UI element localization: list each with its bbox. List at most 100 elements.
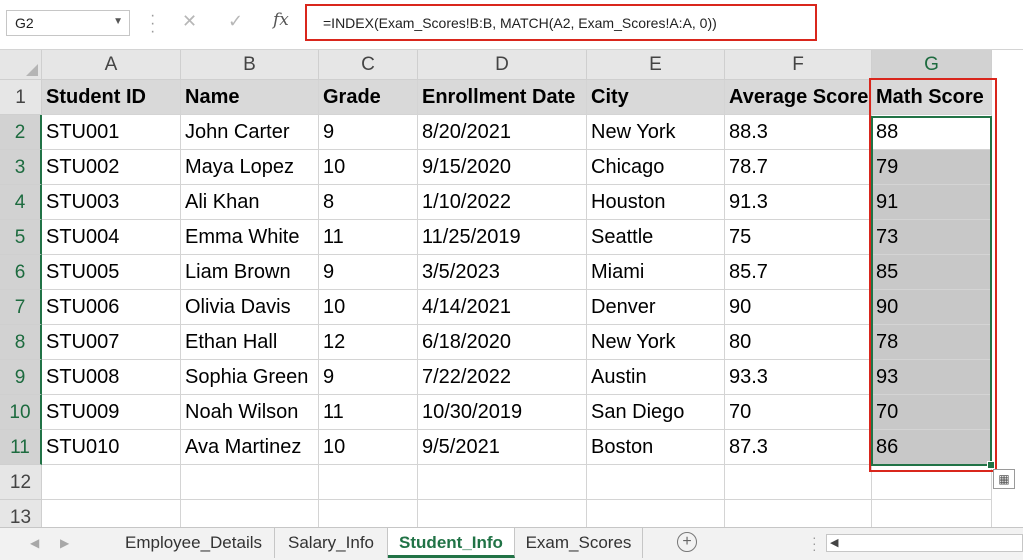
cell-d12[interactable] (418, 465, 587, 500)
cell-e2[interactable]: New York (587, 115, 725, 150)
cell-g7[interactable]: 90 (872, 290, 992, 325)
cell-b4[interactable]: Ali Khan (181, 185, 319, 220)
cell-d11[interactable]: 9/5/2021 (418, 430, 587, 465)
cell-b11[interactable]: Ava Martinez (181, 430, 319, 465)
cell-b3[interactable]: Maya Lopez (181, 150, 319, 185)
cell-c8[interactable]: 12 (319, 325, 418, 360)
column-header-b[interactable]: B (181, 50, 319, 80)
cell-b6[interactable]: Liam Brown (181, 255, 319, 290)
cell-d8[interactable]: 6/18/2020 (418, 325, 587, 360)
cell-f7[interactable]: 90 (725, 290, 872, 325)
cell-c9[interactable]: 9 (319, 360, 418, 395)
column-header-f[interactable]: F (725, 50, 872, 80)
cell-e4[interactable]: Houston (587, 185, 725, 220)
row-header-10[interactable]: 10 (0, 395, 42, 430)
scroll-left-icon[interactable]: ◀ (830, 536, 838, 549)
row-header-1[interactable]: 1 (0, 80, 42, 115)
sheet-tab-exam-scores[interactable]: Exam_Scores (515, 528, 643, 558)
cell-g8[interactable]: 78 (872, 325, 992, 360)
cell-a4[interactable]: STU003 (42, 185, 181, 220)
cell-d6[interactable]: 3/5/2023 (418, 255, 587, 290)
cell-b8[interactable]: Ethan Hall (181, 325, 319, 360)
cell-a12[interactable] (42, 465, 181, 500)
row-header-9[interactable]: 9 (0, 360, 42, 395)
sheet-tab-employee-details[interactable]: Employee_Details (113, 528, 275, 558)
cell-a6[interactable]: STU005 (42, 255, 181, 290)
cell-e10[interactable]: San Diego (587, 395, 725, 430)
cell-a7[interactable]: STU006 (42, 290, 181, 325)
cell-c2[interactable]: 9 (319, 115, 418, 150)
cell-d3[interactable]: 9/15/2020 (418, 150, 587, 185)
quick-analysis-icon[interactable]: ▦ (993, 469, 1015, 489)
insert-function-icon[interactable]: fx (273, 10, 289, 30)
cell-g4[interactable]: 91 (872, 185, 992, 220)
cell-d4[interactable]: 1/10/2022 (418, 185, 587, 220)
cell-f8[interactable]: 80 (725, 325, 872, 360)
row-header-7[interactable]: 7 (0, 290, 42, 325)
cell-d1[interactable]: Enrollment Date (418, 80, 587, 115)
column-header-e[interactable]: E (587, 50, 725, 80)
row-header-5[interactable]: 5 (0, 220, 42, 255)
cell-f1[interactable]: Average Score (725, 80, 872, 115)
fill-handle[interactable] (987, 461, 995, 469)
sheet-tab-student-info[interactable]: Student_Info (388, 528, 515, 558)
chevron-down-icon[interactable]: ▼ (113, 16, 123, 27)
cell-b7[interactable]: Olivia Davis (181, 290, 319, 325)
cell-g2[interactable]: 88 (872, 115, 992, 150)
column-header-g[interactable]: G (872, 50, 992, 80)
cell-f6[interactable]: 85.7 (725, 255, 872, 290)
row-header-12[interactable]: 12 (0, 465, 42, 500)
cell-f4[interactable]: 91.3 (725, 185, 872, 220)
name-box[interactable]: G2 ▼ (6, 10, 130, 36)
cell-c5[interactable]: 11 (319, 220, 418, 255)
row-header-2[interactable]: 2 (0, 115, 42, 150)
cell-g12[interactable] (872, 465, 992, 500)
cell-c7[interactable]: 10 (319, 290, 418, 325)
add-sheet-icon[interactable]: + (677, 532, 697, 552)
cell-b1[interactable]: Name (181, 80, 319, 115)
cell-c10[interactable]: 11 (319, 395, 418, 430)
cell-g5[interactable]: 73 (872, 220, 992, 255)
cell-c3[interactable]: 10 (319, 150, 418, 185)
cell-c12[interactable] (319, 465, 418, 500)
column-header-a[interactable]: A (42, 50, 181, 80)
check-icon[interactable]: ✓ (228, 11, 243, 32)
cell-g10[interactable]: 70 (872, 395, 992, 430)
cell-g11[interactable]: 86 (872, 430, 992, 465)
cell-e1[interactable]: City (587, 80, 725, 115)
close-icon[interactable]: ✕ (182, 11, 197, 32)
cell-b5[interactable]: Emma White (181, 220, 319, 255)
cell-a11[interactable]: STU010 (42, 430, 181, 465)
cell-g6[interactable]: 85 (872, 255, 992, 290)
cell-a1[interactable]: Student ID (42, 80, 181, 115)
cell-f2[interactable]: 88.3 (725, 115, 872, 150)
cell-e11[interactable]: Boston (587, 430, 725, 465)
cell-a10[interactable]: STU009 (42, 395, 181, 430)
cell-g1[interactable]: Math Score (872, 80, 992, 115)
cell-a3[interactable]: STU002 (42, 150, 181, 185)
cell-a5[interactable]: STU004 (42, 220, 181, 255)
cell-f3[interactable]: 78.7 (725, 150, 872, 185)
cell-d9[interactable]: 7/22/2022 (418, 360, 587, 395)
column-header-d[interactable]: D (418, 50, 587, 80)
cell-e8[interactable]: New York (587, 325, 725, 360)
cell-e9[interactable]: Austin (587, 360, 725, 395)
cell-e7[interactable]: Denver (587, 290, 725, 325)
cell-f12[interactable] (725, 465, 872, 500)
cell-b9[interactable]: Sophia Green (181, 360, 319, 395)
formula-input[interactable]: =INDEX(Exam_Scores!B:B, MATCH(A2, Exam_S… (305, 4, 817, 41)
cell-a8[interactable]: STU007 (42, 325, 181, 360)
sheet-tab-salary-info[interactable]: Salary_Info (275, 528, 388, 558)
cell-f9[interactable]: 93.3 (725, 360, 872, 395)
cell-a2[interactable]: STU001 (42, 115, 181, 150)
cell-d7[interactable]: 4/14/2021 (418, 290, 587, 325)
cell-f11[interactable]: 87.3 (725, 430, 872, 465)
cell-b2[interactable]: John Carter (181, 115, 319, 150)
row-header-4[interactable]: 4 (0, 185, 42, 220)
cell-f5[interactable]: 75 (725, 220, 872, 255)
cell-f10[interactable]: 70 (725, 395, 872, 430)
cell-c6[interactable]: 9 (319, 255, 418, 290)
cell-a9[interactable]: STU008 (42, 360, 181, 395)
cell-e3[interactable]: Chicago (587, 150, 725, 185)
row-header-3[interactable]: 3 (0, 150, 42, 185)
